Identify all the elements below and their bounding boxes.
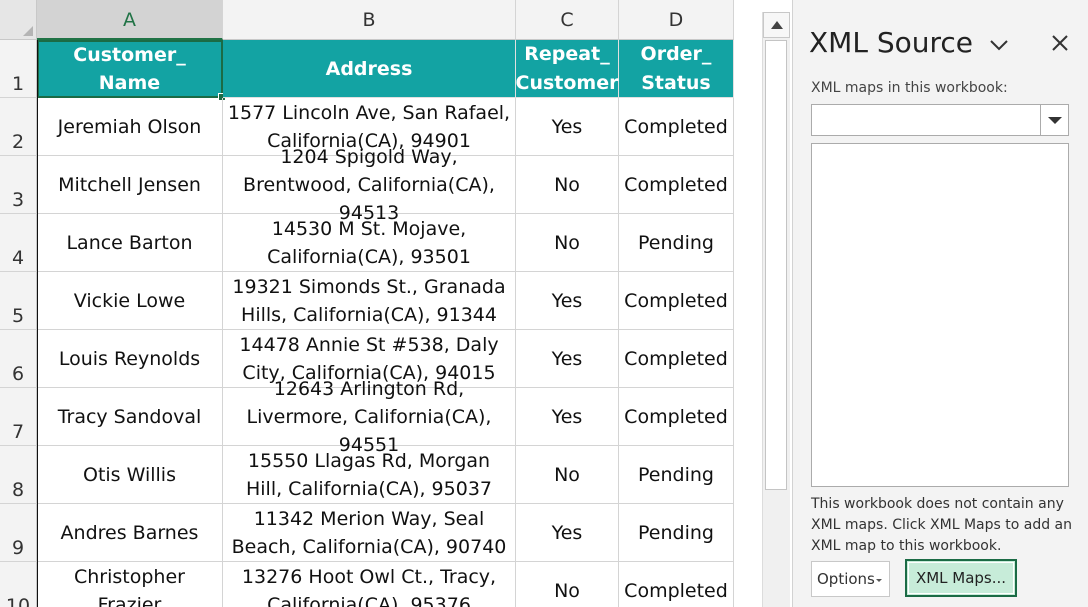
- cell-name[interactable]: Tracy Sandoval: [37, 388, 223, 446]
- cell-order-status[interactable]: Completed: [619, 562, 734, 607]
- row-header-3[interactable]: 3: [0, 156, 37, 214]
- cell-order-status[interactable]: Completed: [619, 98, 734, 156]
- cell-name[interactable]: Andres Barnes: [37, 504, 223, 562]
- cell-order-status[interactable]: Pending: [619, 504, 734, 562]
- cell-address[interactable]: 1204 Spigold Way, Brentwood, California(…: [223, 146, 516, 224]
- cell-order-status[interactable]: Pending: [619, 214, 734, 272]
- xml-maps-dropdown[interactable]: [811, 104, 1069, 136]
- xml-tree-view[interactable]: [811, 143, 1069, 487]
- cell-name[interactable]: Mitchell Jensen: [37, 156, 223, 214]
- row-header-6[interactable]: 6: [0, 330, 37, 388]
- row-header-9[interactable]: 9: [0, 504, 37, 562]
- cell-repeat-customer[interactable]: Yes: [516, 504, 619, 562]
- cell-repeat-customer[interactable]: Yes: [516, 272, 619, 330]
- row-number: 8: [11, 479, 25, 501]
- cell-address[interactable]: 13276 Hoot Owl Ct., Tracy, California(CA…: [223, 562, 516, 607]
- column-header-a[interactable]: A: [37, 0, 223, 40]
- row-number: 10: [5, 595, 31, 607]
- column-header-b[interactable]: B: [223, 0, 516, 40]
- row-number: 7: [11, 421, 25, 443]
- options-dropdown-icon: [876, 579, 882, 582]
- scroll-up-icon[interactable]: [763, 12, 790, 38]
- cell-address[interactable]: 19321 Simonds St., Granada Hills, Califo…: [223, 272, 516, 330]
- cell-order-status[interactable]: Pending: [619, 446, 734, 504]
- options-label: Options: [817, 570, 875, 588]
- cell-address[interactable]: 14530 M St. Mojave, California(CA), 9350…: [223, 214, 516, 272]
- column-header-c[interactable]: C: [516, 0, 619, 40]
- table-left-border: [37, 40, 38, 607]
- cell-b1-header[interactable]: Address: [223, 40, 516, 98]
- row-header-4[interactable]: 4: [0, 214, 37, 272]
- row-number: 9: [11, 537, 25, 559]
- cell-repeat-customer[interactable]: No: [516, 156, 619, 214]
- cell-c1-header[interactable]: Repeat_ Customer: [516, 40, 619, 98]
- row-number: 1: [11, 73, 25, 95]
- spreadsheet-grid[interactable]: A B C D 1 2 3 4 5 6 7 8 9 10 Customer_ Name Addre…: [0, 0, 760, 607]
- no-maps-message: This workbook does not contain any XML m…: [811, 496, 1072, 554]
- row-header-2[interactable]: 2: [0, 98, 37, 156]
- select-all-corner[interactable]: [0, 0, 37, 40]
- row-number: 4: [11, 247, 25, 269]
- row-header-8[interactable]: 8: [0, 446, 37, 504]
- xml-source-pane: XML Source XML maps in this workbook: Th…: [792, 0, 1088, 607]
- cell-repeat-customer[interactable]: No: [516, 214, 619, 272]
- cell-repeat-customer[interactable]: Yes: [516, 98, 619, 156]
- cell-d1-header[interactable]: Order_ Status: [619, 40, 734, 98]
- vertical-scrollbar[interactable]: [762, 12, 790, 607]
- cell-order-status[interactable]: Completed: [619, 272, 734, 330]
- cell-address[interactable]: 12643 Arlington Rd, Livermore, Californi…: [223, 378, 516, 456]
- row-number: 2: [11, 131, 25, 153]
- row-number: 3: [11, 189, 25, 211]
- xml-maps-button[interactable]: XML Maps...: [905, 559, 1017, 597]
- cell-name[interactable]: Jeremiah Olson: [37, 98, 223, 156]
- scroll-thumb[interactable]: [765, 40, 787, 490]
- xml-maps-button-label: XML Maps...: [915, 569, 1007, 587]
- dropdown-arrow-icon[interactable]: [1040, 105, 1068, 135]
- cell-repeat-customer[interactable]: Yes: [516, 330, 619, 388]
- cell-order-status[interactable]: Completed: [619, 388, 734, 446]
- cell-order-status[interactable]: Completed: [619, 156, 734, 214]
- row-header-5[interactable]: 5: [0, 272, 37, 330]
- cell-name[interactable]: Christopher Frazier: [37, 562, 223, 607]
- chevron-down-icon[interactable]: [988, 34, 1010, 56]
- close-icon[interactable]: [1049, 32, 1071, 54]
- cell-name[interactable]: Vickie Lowe: [37, 272, 223, 330]
- cell-name[interactable]: Louis Reynolds: [37, 330, 223, 388]
- cell-repeat-customer[interactable]: Yes: [516, 388, 619, 446]
- cell-address[interactable]: 11342 Merion Way, Seal Beach, California…: [223, 504, 516, 562]
- column-header-d[interactable]: D: [619, 0, 734, 40]
- row-number: 5: [11, 305, 25, 327]
- cell-order-status[interactable]: Completed: [619, 330, 734, 388]
- options-button[interactable]: Options: [811, 561, 890, 597]
- xml-maps-label: XML maps in this workbook:: [811, 80, 1008, 96]
- cell-repeat-customer[interactable]: No: [516, 446, 619, 504]
- cell-name[interactable]: Lance Barton: [37, 214, 223, 272]
- cell-name[interactable]: Otis Willis: [37, 446, 223, 504]
- row-header-10[interactable]: 10: [0, 562, 37, 607]
- cell-a1-header[interactable]: Customer_ Name: [37, 40, 226, 101]
- row-number: 6: [11, 363, 25, 385]
- row-header-1[interactable]: 1: [0, 40, 37, 98]
- cell-address[interactable]: 15550 Llagas Rd, Morgan Hill, California…: [223, 446, 516, 504]
- cell-repeat-customer[interactable]: No: [516, 562, 619, 607]
- pane-title: XML Source: [809, 26, 974, 59]
- row-header-7[interactable]: 7: [0, 388, 37, 446]
